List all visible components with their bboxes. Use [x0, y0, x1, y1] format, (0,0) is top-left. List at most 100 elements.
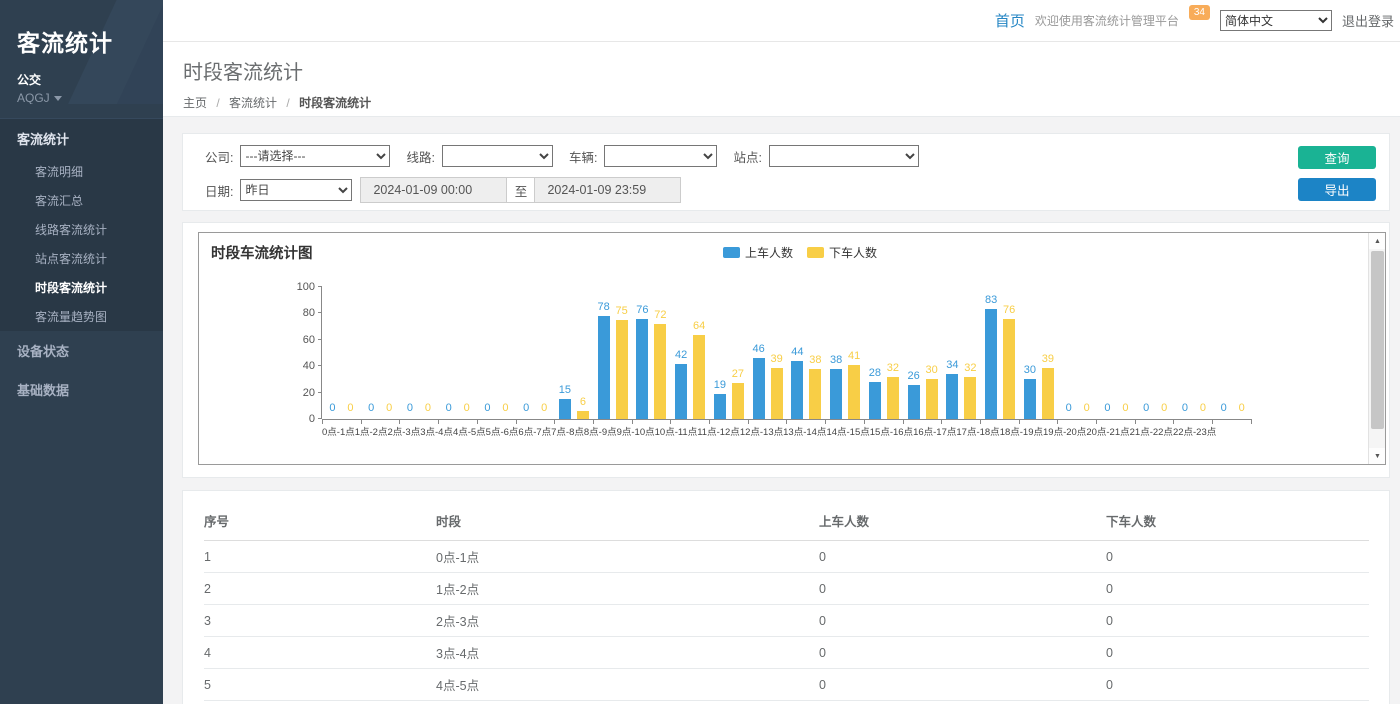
scroll-up-arrow-icon[interactable]: ▲	[1369, 233, 1386, 249]
bar-value-label: 0	[1182, 402, 1188, 414]
bar-value-label: 76	[636, 304, 648, 316]
bar-group: 00	[1213, 287, 1252, 419]
export-button[interactable]: 导出	[1298, 178, 1376, 201]
company-label: 公司:	[205, 147, 233, 166]
bar: 32	[964, 377, 976, 419]
bar: 75	[616, 320, 628, 419]
bar-chart: 0000000000001567875767242641927463944383…	[322, 287, 1252, 419]
sidebar-item-线路客流统计[interactable]: 线路客流统计	[0, 215, 163, 244]
x-tick-label: 1点-2点	[355, 424, 388, 438]
sidebar-item-站点客流统计[interactable]: 站点客流统计	[0, 244, 163, 273]
line-select[interactable]	[442, 145, 553, 167]
bar-value-label: 0	[1143, 402, 1149, 414]
bar-group: 00	[438, 287, 477, 419]
table-cell: 0点-1点	[436, 541, 819, 573]
station-select[interactable]	[769, 145, 919, 167]
sidebar-item-时段客流统计[interactable]: 时段客流统计	[0, 273, 163, 302]
table-row: 21点-2点00	[204, 573, 1369, 605]
x-tick-label: 20点-21点	[1086, 424, 1129, 438]
breadcrumb-current: 时段客流统计	[299, 96, 371, 110]
sidebar-item-客流统计[interactable]: 客流统计	[0, 119, 163, 157]
bar-value-label: 0	[484, 402, 490, 414]
sidebar-item-基础数据[interactable]: 基础数据	[0, 370, 163, 409]
table-panel: 序号时段上车人数下车人数 10点-1点0021点-2点0032点-3点0043点…	[182, 490, 1390, 704]
table-cell: 0	[819, 573, 1106, 605]
legend-label: 下车人数	[829, 244, 877, 261]
bar: 46	[753, 358, 765, 419]
table-cell: 0	[1106, 573, 1369, 605]
bar-value-label: 0	[1066, 402, 1072, 414]
y-tick	[318, 365, 322, 366]
x-tick-label: 6点-7点	[518, 424, 551, 438]
search-button[interactable]: 查询	[1298, 146, 1376, 169]
table-row: 65点-6点00	[204, 701, 1369, 704]
x-tick-label: 17点-18点	[956, 424, 999, 438]
home-link[interactable]: 首页	[995, 10, 1025, 31]
bar: 64	[693, 335, 705, 419]
bar-value-label: 26	[908, 370, 920, 382]
sidebar: 客流统计 公交 AQGJ 客流统计客流明细客流汇总线路客流统计站点客流统计时段客…	[0, 0, 163, 704]
bar: 26	[908, 385, 920, 419]
notification-badge[interactable]: 34	[1189, 5, 1210, 20]
bar: 41	[848, 365, 860, 419]
date-preset-select[interactable]: 昨日	[240, 179, 352, 201]
table-column-header: 时段	[436, 503, 819, 541]
bar-value-label: 0	[407, 402, 413, 414]
account-dropdown[interactable]: AQGJ	[17, 91, 163, 104]
breadcrumb: 主页 / 客流统计 / 时段客流统计	[183, 94, 1400, 111]
bar-group: 00	[322, 287, 361, 419]
bar-value-label: 0	[368, 402, 374, 414]
sidebar-item-客流明细[interactable]: 客流明细	[0, 157, 163, 186]
bar-value-label: 0	[1122, 402, 1128, 414]
x-tick-label: 5点-6点	[486, 424, 519, 438]
x-tick-label: 12点-13点	[740, 424, 783, 438]
bar-group: 3841	[826, 287, 865, 419]
hourly-stats-table: 序号时段上车人数下车人数 10点-1点0021点-2点0032点-3点0043点…	[204, 503, 1369, 704]
bar: 39	[771, 368, 783, 419]
vehicle-select[interactable]	[604, 145, 717, 167]
vehicle-label: 车辆:	[569, 147, 597, 166]
bar-group: 4264	[671, 287, 710, 419]
date-from-input[interactable]: 2024-01-09 00:00	[360, 177, 507, 203]
table-header-row: 序号时段上车人数下车人数	[204, 503, 1369, 541]
bar: 32	[887, 377, 899, 419]
table-cell: 0	[819, 605, 1106, 637]
bar-value-label: 0	[1239, 402, 1245, 414]
sidebar-item-客流量趋势图[interactable]: 客流量趋势图	[0, 302, 163, 331]
x-axis-line	[322, 419, 1252, 420]
language-select[interactable]: 简体中文	[1220, 10, 1332, 31]
date-to-input[interactable]: 2024-01-09 23:59	[534, 177, 681, 203]
x-tick-label: 0点-1点	[322, 424, 355, 438]
bar-value-label: 30	[1024, 364, 1036, 376]
sidebar-item-设备状态[interactable]: 设备状态	[0, 331, 163, 370]
bar-value-label: 0	[425, 402, 431, 414]
breadcrumb-section[interactable]: 客流统计	[229, 96, 277, 110]
bar-group: 7875	[593, 287, 632, 419]
table-column-header: 序号	[204, 503, 436, 541]
table-cell: 3	[204, 605, 436, 637]
bar-value-label: 0	[347, 402, 353, 414]
bar-value-label: 0	[386, 402, 392, 414]
table-cell: 0	[1106, 637, 1369, 669]
y-tick	[318, 312, 322, 313]
chart-scrollbar[interactable]: ▲ ▼	[1368, 233, 1385, 464]
company-select[interactable]: ---请选择---	[240, 145, 390, 167]
bar-value-label: 72	[654, 309, 666, 321]
bar-value-label: 46	[753, 343, 765, 355]
x-tick-label: 16点-17点	[913, 424, 956, 438]
scroll-down-arrow-icon[interactable]: ▼	[1369, 448, 1386, 464]
bar-value-label: 39	[771, 353, 783, 365]
legend-item[interactable]: 上车人数	[723, 244, 793, 261]
x-tick-label: 4点-5点	[453, 424, 486, 438]
sidebar-item-客流汇总[interactable]: 客流汇总	[0, 186, 163, 215]
breadcrumb-home[interactable]: 主页	[183, 96, 207, 110]
sidebar-logo-area: 客流统计 公交 AQGJ	[0, 0, 163, 104]
legend-item[interactable]: 下车人数	[807, 244, 877, 261]
bar-value-label: 32	[887, 362, 899, 374]
logout-link[interactable]: 退出登录	[1342, 11, 1394, 30]
bar-group: 00	[516, 287, 555, 419]
scrollbar-thumb[interactable]	[1371, 251, 1384, 429]
bar-group: 156	[555, 287, 594, 419]
bar-group: 1927	[710, 287, 749, 419]
y-tick	[318, 392, 322, 393]
